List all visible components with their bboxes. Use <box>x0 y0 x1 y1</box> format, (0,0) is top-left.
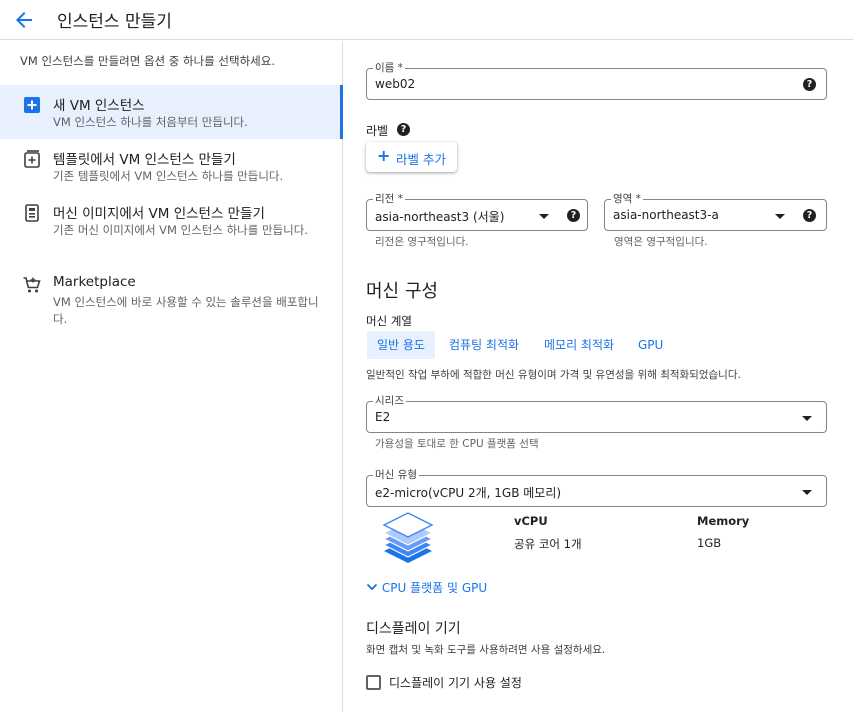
chevron-down-icon[interactable] <box>775 214 785 219</box>
name-input-value[interactable]: web02 <box>375 77 415 91</box>
option-subtitle: VM 인스턴스에 바로 사용할 수 있는 솔루션을 배포합니다. <box>53 295 319 326</box>
chevron-down-icon <box>366 583 378 591</box>
labels-title: 라벨 <box>366 124 389 138</box>
instance-form: 이름 * web02 ? 라벨 ? + 라벨 추가 리전 * asia-nort… <box>344 41 853 712</box>
region-select[interactable]: 리전 * asia-northeast3 (서울) ? <box>366 192 588 231</box>
creation-options-panel: VM 인스턴스를 만들려면 옵션 중 하나를 선택하세요. 새 VM 인스턴스 … <box>0 41 343 712</box>
options-description: VM 인스턴스를 만들려면 옵션 중 하나를 선택하세요. <box>20 54 275 68</box>
option-subtitle: 기존 머신 이미지에서 VM 인스턴스 하나를 만듭니다. <box>53 223 308 237</box>
machine-layers-icon <box>380 509 436 570</box>
zone-hint: 영역은 영구적입니다. <box>614 236 708 248</box>
page-header: 인스턴스 만들기 <box>0 0 853 40</box>
tab-gpu[interactable]: GPU <box>628 331 673 359</box>
expander-label: CPU 플랫폼 및 GPU <box>381 581 488 595</box>
machine-type-select[interactable]: 머신 유형 e2-micro(vCPU 2개, 1GB 메모리) <box>366 468 827 507</box>
option-subtitle: VM 인스턴스 하나를 처음부터 만듭니다. <box>53 115 248 129</box>
vcpu-header: vCPU <box>514 514 548 528</box>
region-value: asia-northeast3 (서울) <box>375 210 505 224</box>
machine-config-heading: 머신 구성 <box>366 281 438 302</box>
option-new-vm[interactable]: 새 VM 인스턴스 VM 인스턴스 하나를 처음부터 만듭니다. <box>0 85 343 139</box>
series-hint: 가용성을 토대로 한 CPU 플랫폼 선택 <box>375 438 539 450</box>
series-label: 시리즈 <box>373 394 406 408</box>
memory-header: Memory <box>697 514 750 528</box>
display-device-checkbox[interactable] <box>366 675 381 690</box>
plus-icon: + <box>377 146 391 165</box>
template-icon <box>22 149 42 169</box>
family-description: 일반적인 작업 부하에 적합한 머신 유형이며 가격 및 유연성을 위해 최적화… <box>366 369 741 381</box>
name-field[interactable]: 이름 * web02 ? <box>366 61 827 100</box>
machine-type-label: 머신 유형 <box>373 468 419 482</box>
series-select[interactable]: 시리즈 E2 <box>366 394 827 433</box>
machine-type-value: e2-micro(vCPU 2개, 1GB 메모리) <box>375 486 562 500</box>
tab-general-purpose[interactable]: 일반 용도 <box>367 331 435 359</box>
option-from-template[interactable]: 템플릿에서 VM 인스턴스 만들기 기존 템플릿에서 VM 인스턴스 하나를 만… <box>0 139 343 193</box>
chevron-down-icon[interactable] <box>802 490 812 495</box>
option-marketplace[interactable]: Marketplace VM 인스턴스에 바로 사용할 수 있는 솔루션을 배포… <box>0 265 343 335</box>
help-icon[interactable]: ? <box>803 78 816 91</box>
chevron-down-icon[interactable] <box>802 416 812 421</box>
option-from-machine-image[interactable]: 머신 이미지에서 VM 인스턴스 만들기 기존 머신 이미지에서 VM 인스턴스… <box>0 193 343 263</box>
region-label: 리전 * <box>373 192 405 206</box>
machine-image-icon <box>22 203 42 223</box>
tab-memory-optimized[interactable]: 메모리 최적화 <box>534 331 624 359</box>
display-device-checkbox-label[interactable]: 디스플레이 기기 사용 설정 <box>389 674 522 691</box>
zone-label: 영역 * <box>611 192 643 206</box>
add-box-icon <box>22 95 42 115</box>
zone-select[interactable]: 영역 * asia-northeast3-a ? <box>604 192 827 231</box>
add-label-text: 라벨 추가 <box>396 152 446 167</box>
chevron-down-icon[interactable] <box>539 214 549 219</box>
option-title: 새 VM 인스턴스 <box>53 98 145 114</box>
cart-icon <box>22 275 42 295</box>
region-hint: 리전은 영구적입니다. <box>375 236 469 248</box>
machine-family-label: 머신 계열 <box>366 314 412 328</box>
option-title: 머신 이미지에서 VM 인스턴스 만들기 <box>53 206 265 222</box>
series-value: E2 <box>375 410 391 424</box>
back-arrow-icon[interactable] <box>12 8 36 32</box>
option-title: 템플릿에서 VM 인스턴스 만들기 <box>53 152 236 168</box>
cpu-platform-gpu-expander[interactable]: CPU 플랫폼 및 GPU <box>366 579 487 596</box>
option-subtitle: 기존 템플릿에서 VM 인스턴스 하나를 만듭니다. <box>53 169 284 183</box>
display-device-heading: 디스플레이 기기 <box>366 621 461 637</box>
memory-value: 1GB <box>697 536 722 550</box>
help-icon[interactable]: ? <box>567 209 580 222</box>
add-label-button[interactable]: + 라벨 추가 <box>366 142 457 172</box>
vcpu-value: 공유 코어 1개 <box>514 537 582 551</box>
tab-compute-optimized[interactable]: 컴퓨팅 최적화 <box>439 331 529 359</box>
help-icon[interactable]: ? <box>803 209 816 222</box>
zone-value: asia-northeast3-a <box>613 208 719 222</box>
labels-help-icon[interactable]: ? <box>397 123 410 136</box>
display-device-description: 화면 캡처 및 녹화 도구를 사용하려면 사용 설정하세요. <box>366 644 606 656</box>
page-title: 인스턴스 만들기 <box>57 12 172 32</box>
option-title: Marketplace <box>53 274 136 290</box>
name-label: 이름 * <box>373 61 405 75</box>
